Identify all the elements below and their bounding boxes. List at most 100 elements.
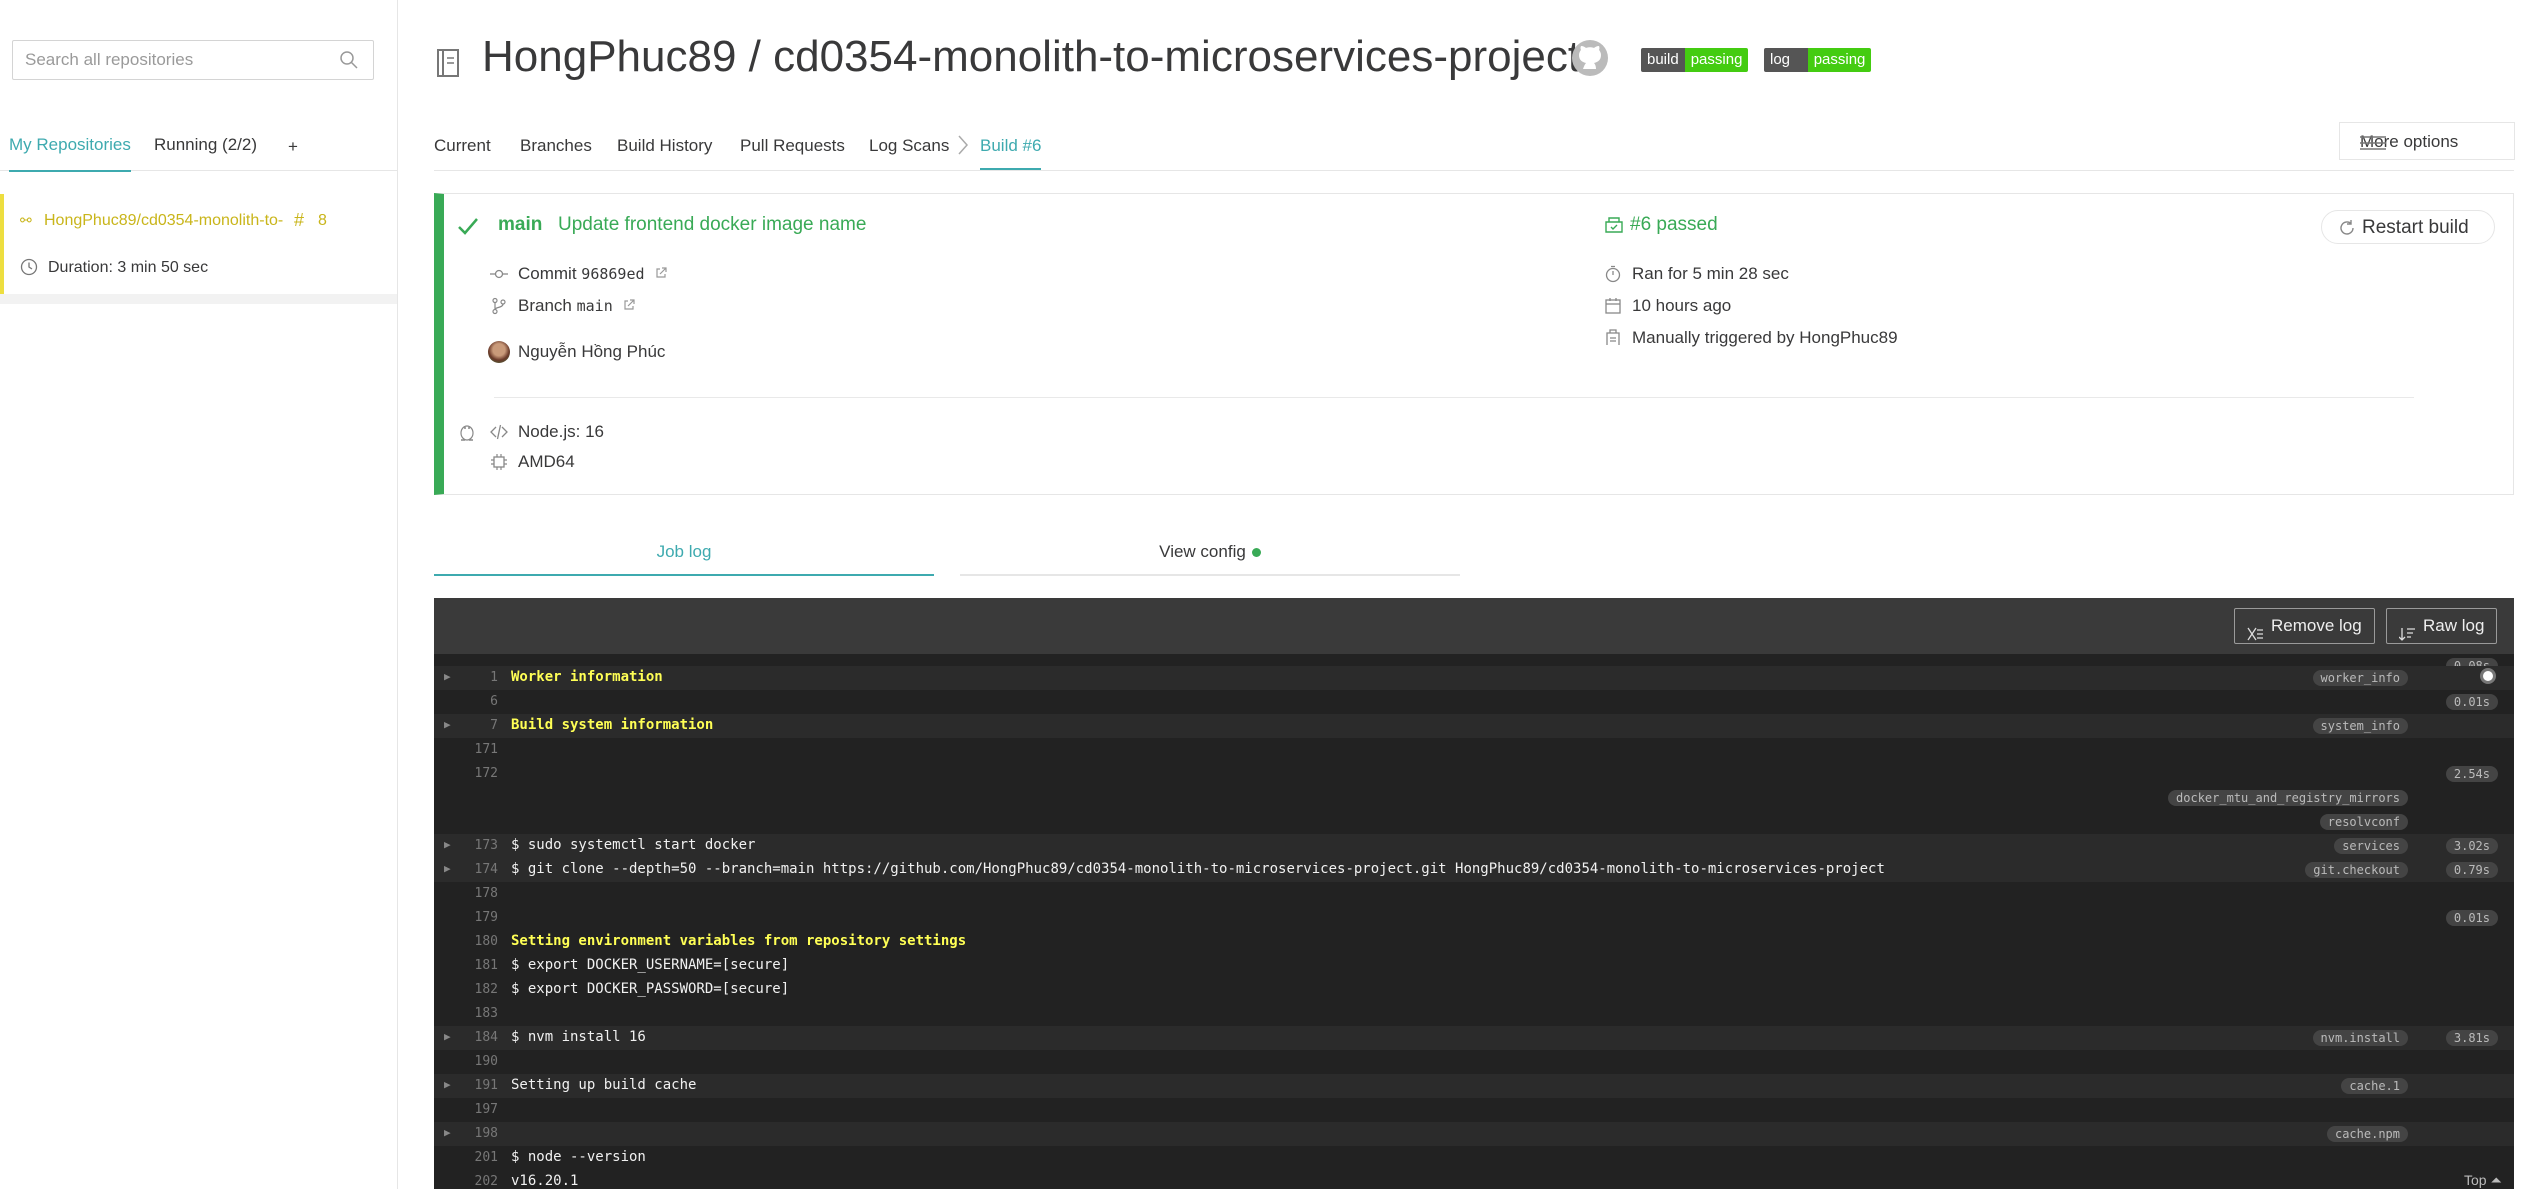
scroll-top-link[interactable]: Top ⏶	[2464, 1172, 2502, 1189]
fold-arrow-icon[interactable]: ▶	[444, 718, 451, 731]
chevron-right-icon	[956, 132, 970, 163]
log-line[interactable]: ▶ 198 cache.npm	[434, 1122, 2514, 1146]
line-number[interactable]: 172	[458, 766, 498, 781]
duration-tag: 3.02s	[2445, 838, 2498, 854]
line-text: Build system information	[511, 717, 714, 733]
search-input[interactable]	[13, 41, 337, 79]
line-number[interactable]: 1	[458, 670, 498, 685]
tab-view-config[interactable]: View config	[960, 532, 1460, 576]
line-number[interactable]: 183	[458, 1006, 498, 1021]
log-line[interactable]: ▶ 184 $ nvm install 16 nvm.install 3.81s	[434, 1026, 2514, 1050]
branch-line[interactable]: Branch main	[492, 296, 636, 316]
tab-build-6[interactable]: Build #6	[980, 134, 1042, 170]
more-options-button[interactable]: More options	[2339, 122, 2515, 160]
line-number[interactable]: 174	[458, 862, 498, 877]
tab-build-history[interactable]: Build History	[617, 134, 712, 168]
check-icon	[456, 214, 480, 243]
commit-message[interactable]: Update frontend docker image name	[558, 214, 866, 236]
search-icon[interactable]	[339, 50, 359, 75]
log-line[interactable]: ▶ 7 Build system information system_info	[434, 714, 2514, 738]
line-number[interactable]: 184	[458, 1030, 498, 1045]
external-link-icon[interactable]	[623, 296, 636, 315]
fold-arrow-icon[interactable]: ▶	[444, 838, 451, 851]
log-line[interactable]: ▶ 173 $ sudo systemctl start docker service…	[434, 834, 2514, 858]
fold-arrow-icon[interactable]: ▶	[444, 1078, 451, 1091]
line-number[interactable]: 6	[458, 694, 498, 709]
line-number[interactable]: 173	[458, 838, 498, 853]
line-number[interactable]: 201	[458, 1150, 498, 1165]
github-icon[interactable]	[1570, 38, 1610, 83]
stopwatch-icon	[1604, 265, 1622, 288]
log-line: resolvconf	[434, 810, 2514, 834]
fold-arrow-icon[interactable]: ▶	[444, 862, 451, 875]
line-number[interactable]: 171	[458, 742, 498, 757]
fold-tag: nvm.install	[2312, 1030, 2408, 1046]
line-number[interactable]: 180	[458, 934, 498, 949]
line-number[interactable]: 197	[458, 1102, 498, 1117]
sidebar-divider	[0, 294, 397, 304]
line-text: Setting up build cache	[511, 1077, 697, 1093]
badge-label: log scan	[1764, 48, 1808, 72]
log-line: docker_mtu_and_registry_mirrors	[434, 786, 2514, 810]
search-box[interactable]	[12, 40, 374, 80]
log-line[interactable]: ▶ 191 Setting up build cache cache.1	[434, 1074, 2514, 1098]
line-text: $ node --version	[511, 1149, 646, 1165]
line-number[interactable]: 179	[458, 910, 498, 925]
branch-icon	[490, 297, 508, 320]
repo-duration: Duration: 3 min 50 sec	[48, 259, 209, 276]
line-text: $ nvm install 16	[511, 1029, 646, 1045]
fold-arrow-icon[interactable]: ▶	[444, 670, 451, 683]
tab-current[interactable]: Current	[434, 134, 491, 168]
log-line: 202 v16.20.1	[434, 1170, 2514, 1189]
remove-log-button[interactable]: Remove log	[2234, 608, 2375, 644]
tab-pull-requests[interactable]: Pull Requests	[740, 134, 845, 168]
tab-view-config-label: View config	[1159, 542, 1246, 561]
line-number[interactable]: 178	[458, 886, 498, 901]
commit-sha[interactable]: 96869ed	[581, 265, 644, 283]
tab-job-log[interactable]: Job log	[434, 532, 934, 576]
log-line: 197	[434, 1098, 2514, 1122]
commit-line[interactable]: Commit 96869ed	[490, 264, 667, 284]
repo-icon	[434, 48, 462, 83]
tab-branches[interactable]: Branches	[520, 134, 592, 168]
log-line[interactable]: ▶ 174 $ git clone --depth=50 --branch=main…	[434, 858, 2514, 882]
tab-log-scans[interactable]: Log Scans	[869, 134, 949, 168]
calendar-icon	[1604, 297, 1622, 320]
avatar	[488, 341, 510, 363]
line-number[interactable]: 202	[458, 1174, 498, 1189]
cpu-icon	[490, 453, 508, 476]
build-badge[interactable]: build passing	[1641, 48, 1749, 72]
line-number[interactable]: 7	[458, 718, 498, 733]
repo-build-number[interactable]: 8	[318, 212, 327, 230]
badge-label: build	[1641, 48, 1685, 72]
fold-arrow-icon[interactable]: ▶	[444, 1030, 451, 1043]
branch-value[interactable]: main	[577, 297, 613, 315]
build-branch[interactable]: main	[498, 214, 542, 236]
remove-icon	[2247, 619, 2263, 653]
external-link-icon[interactable]	[655, 264, 667, 283]
duration-tag: 0.01s	[2445, 694, 2498, 710]
fold-arrow-icon[interactable]: ▶	[444, 1126, 451, 1139]
raw-log-button[interactable]: Raw log	[2386, 608, 2498, 644]
duration-tag: 3.81s	[2445, 1030, 2498, 1046]
repo-card[interactable]: ⚯ HongPhuc89/cd0354-monolith-to-microser…	[0, 194, 397, 294]
fold-tag: cache.npm	[2326, 1126, 2408, 1142]
log-line[interactable]: ▶ 1 Worker information worker_info	[434, 666, 2514, 690]
repo-name[interactable]: HongPhuc89/cd0354-monolith-to-microservi…	[44, 212, 284, 230]
line-number[interactable]: 181	[458, 958, 498, 973]
log-scan-badge[interactable]: log scan passing	[1764, 48, 1872, 72]
scroll-handle[interactable]	[2480, 668, 2496, 684]
tab-my-repositories[interactable]: My Repositories	[9, 132, 131, 172]
line-number[interactable]: 190	[458, 1054, 498, 1069]
line-number[interactable]: 198	[458, 1126, 498, 1141]
tab-add[interactable]: +	[288, 134, 298, 172]
build-status-text: #6 passed	[1630, 214, 1718, 235]
line-number[interactable]: 191	[458, 1078, 498, 1093]
tab-running[interactable]: Running (2/2)	[154, 132, 257, 170]
line-number[interactable]: 182	[458, 982, 498, 997]
arch: AMD64	[518, 452, 575, 471]
log-line: 6 0.01s	[434, 690, 2514, 714]
duration-tag: 0.79s	[2445, 862, 2498, 878]
repo-nav-tabs: Current Branches Build History Pull Requ…	[434, 122, 2515, 171]
restart-build-button[interactable]: Restart build	[2321, 210, 2495, 244]
